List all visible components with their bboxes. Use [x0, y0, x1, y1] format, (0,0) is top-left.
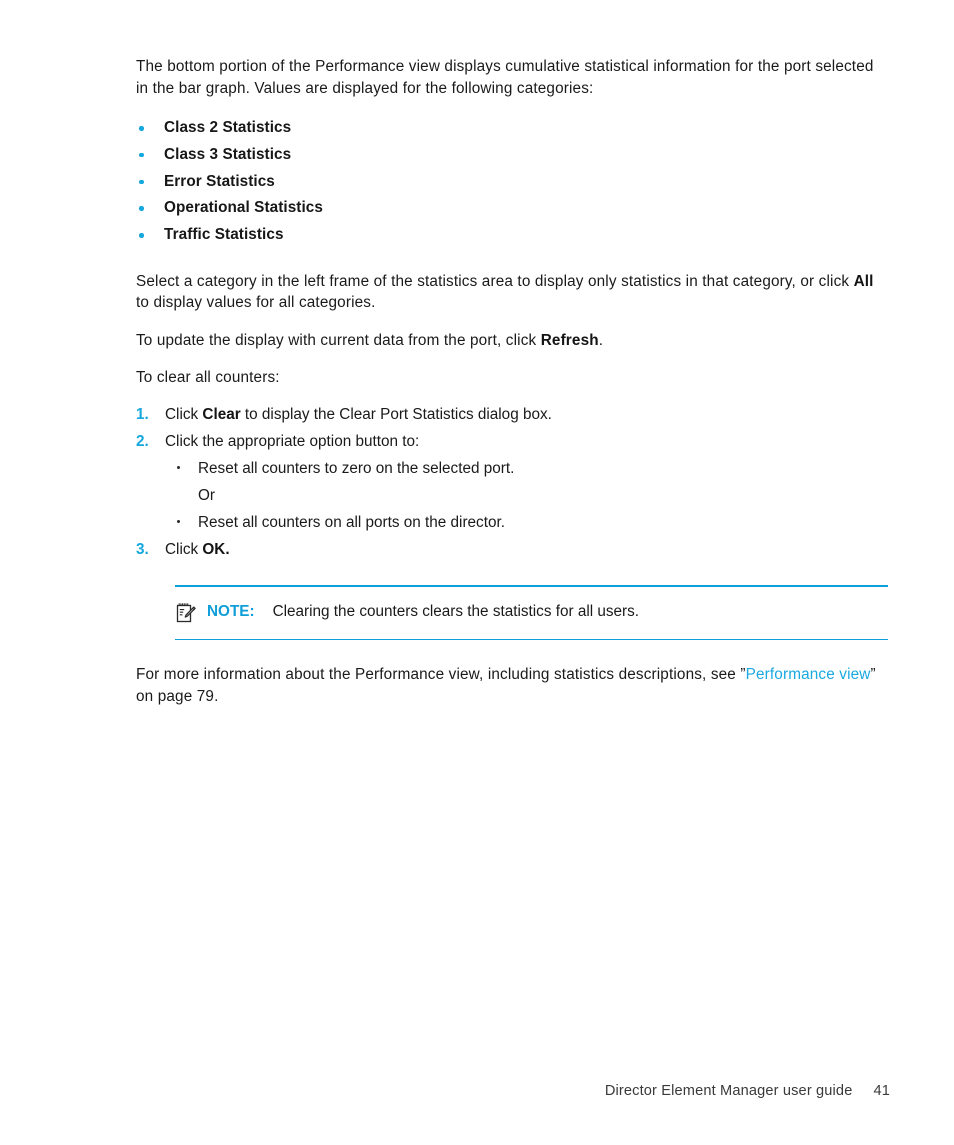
- clear-counters-lead-in: To clear all counters:: [136, 369, 280, 387]
- bullet-dot-icon: [139, 206, 144, 211]
- note-label: NOTE:: [207, 602, 255, 620]
- list-item: Class 3 Statistics: [136, 142, 888, 169]
- bullet-dot-icon: [139, 179, 144, 185]
- text-fragment: to display values for all categories.: [136, 294, 376, 312]
- list-item: Class 2 Statistics: [136, 115, 888, 142]
- bullet-dot-icon: [177, 465, 181, 470]
- category-label: Operational Statistics: [164, 199, 323, 217]
- document-page: The bottom portion of the Performance vi…: [0, 0, 954, 1145]
- cross-reference-link[interactable]: Performance view: [746, 666, 871, 683]
- text-fragment: Click the appropriate option button to:: [165, 432, 420, 450]
- note-pad-pencil-icon: [175, 602, 197, 624]
- text-fragment: to display the Clear Port Statistics dia…: [240, 405, 552, 423]
- inline-bold-all: All: [853, 272, 874, 290]
- select-category-paragraph: Select a category in the left frame of t…: [136, 271, 888, 314]
- bullet-dot-icon: [139, 152, 144, 158]
- page-footer: Director Element Manager user guide 41: [136, 1083, 890, 1099]
- category-label: Error Statistics: [164, 172, 275, 190]
- refresh-paragraph: To update the display with current data …: [136, 330, 888, 352]
- category-label: Traffic Statistics: [164, 226, 284, 244]
- text-fragment: Click: [165, 540, 203, 558]
- clear-counters-procedure: 1. Click Clear to display the Clear Port…: [136, 401, 888, 563]
- option-button-sublist: Reset all counters to zero on the select…: [165, 455, 888, 536]
- list-item: 2. Click the appropriate option button t…: [136, 428, 888, 536]
- bullet-dot-icon: [139, 126, 144, 131]
- text-fragment: Click: [165, 405, 203, 423]
- note-text: Clearing the counters clears the statist…: [272, 602, 640, 620]
- note-bottom-rule: [175, 638, 888, 641]
- text-fragment: To update the display with current data …: [136, 331, 541, 349]
- text-fragment: Select a category in the left frame of t…: [136, 272, 854, 290]
- page-content: The bottom portion of the Performance vi…: [136, 56, 888, 707]
- inline-bold-ok: OK.: [202, 540, 230, 558]
- category-label: Class 2 Statistics: [164, 119, 292, 136]
- list-item: Reset all counters to zero on the select…: [173, 455, 888, 482]
- step-number: 1.: [136, 405, 149, 423]
- list-item-or: Or: [173, 482, 888, 509]
- substep-text: Reset all counters to zero on the select…: [198, 459, 515, 477]
- more-information-paragraph: For more information about the Performan…: [136, 664, 888, 707]
- inline-bold-refresh: Refresh: [540, 331, 599, 349]
- bullet-dot-icon: [177, 519, 181, 524]
- category-label: Class 3 Statistics: [164, 145, 292, 163]
- substep-text: Or: [198, 486, 215, 504]
- list-item: 3. Click OK.: [136, 536, 888, 563]
- list-item: 1. Click Clear to display the Clear Port…: [136, 401, 888, 428]
- step-number: 3.: [136, 540, 149, 558]
- statistics-category-list: Class 2 Statistics Class 3 Statistics Er…: [136, 115, 888, 249]
- inline-bold-clear: Clear: [202, 405, 241, 423]
- step-number: 2.: [136, 432, 149, 450]
- list-item: Reset all counters on all ports on the d…: [173, 509, 888, 536]
- list-item: Error Statistics: [136, 169, 888, 196]
- substep-text: Reset all counters on all ports on the d…: [198, 513, 505, 531]
- note-admonition: NOTE: Clearing the counters clears the s…: [175, 584, 888, 641]
- list-item: Operational Statistics: [136, 195, 888, 222]
- bullet-dot-icon: [139, 233, 144, 238]
- note-body: NOTE: Clearing the counters clears the s…: [175, 587, 888, 639]
- text-fragment: For more information about the Performan…: [136, 666, 746, 684]
- intro-paragraph: The bottom portion of the Performance vi…: [136, 58, 874, 97]
- footer-page-number: 41: [873, 1083, 890, 1099]
- text-fragment: .: [598, 331, 604, 349]
- list-item: Traffic Statistics: [136, 222, 888, 249]
- footer-guide-title: Director Element Manager user guide: [604, 1083, 853, 1099]
